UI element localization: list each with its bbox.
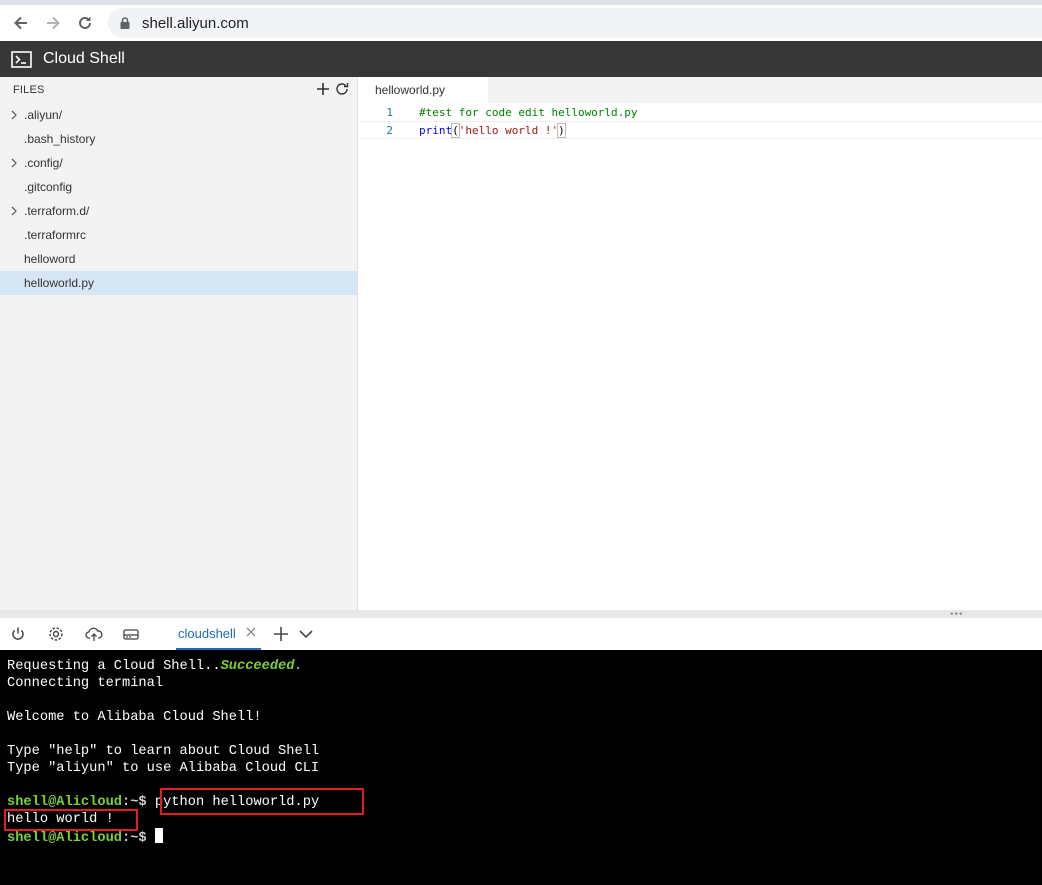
address-bar[interactable]: shell.aliyun.com [108,8,1042,38]
highlight-command-box [160,788,364,815]
status-succeeded: Succeeded. [220,659,303,674]
gear-icon[interactable] [47,625,65,643]
terminal-text: Requesting a Cloud Shell.. [7,659,221,674]
chevron-right-icon[interactable] [10,110,18,120]
file-item[interactable]: helloword [0,247,357,271]
code-statement: print('hello world !') [419,122,566,138]
explorer-title: FILES [13,84,45,96]
editor-tab-helloworld[interactable]: helloworld.py [359,77,488,103]
file-name: .terraform.d/ [24,204,90,218]
line-number: 2 [386,123,393,137]
prompt-user: shell@Alicloud [7,795,122,810]
file-name: .terraformrc [24,228,87,242]
file-name: .aliyun/ [24,108,63,122]
highlight-output-box [4,809,138,831]
cloud-upload-icon[interactable] [85,625,103,643]
editor-tab-bar: helloworld.py [359,77,1042,103]
arrow-left-icon [14,16,27,30]
code-string: 'hello world !' [458,123,559,137]
prompt-user: shell@Alicloud [7,831,122,846]
file-name: .gitconfig [24,180,73,194]
file-name: helloword [24,252,76,266]
terminal-icon [11,50,32,68]
terminal-output[interactable]: Requesting a Cloud Shell..Succeeded. Con… [0,650,1042,885]
panel-splitter[interactable]: ••• [0,610,1042,620]
new-file-icon[interactable] [315,81,331,97]
tab-cloudshell[interactable]: cloudshell [176,618,261,650]
code-function: print [419,123,453,137]
chevron-right-icon[interactable] [10,158,18,168]
back-button[interactable] [5,7,37,39]
close-icon[interactable] [245,626,257,638]
terminal-line-2: Connecting terminal [7,676,164,691]
file-name: helloworld.py [24,276,95,290]
plus-icon[interactable] [272,625,290,643]
file-explorer: FILES .aliyun/ .bash_history .config/ .gitc… [0,77,358,610]
storage-icon[interactable] [122,625,140,643]
terminal-line-5: Type "aliyun" to use Alibaba Cloud CLI [7,761,320,776]
terminal-line-4: Type "help" to learn about Cloud Shell [7,744,320,759]
prompt-separator: :~$ [122,831,147,846]
refresh-icon[interactable] [334,81,350,97]
terminal-line-3: Welcome to Alibaba Cloud Shell! [7,710,262,725]
chevron-right-icon[interactable] [10,206,18,216]
code-line-2[interactable]: 2 print('hello world !') [359,121,1042,139]
explorer-header: FILES [0,77,357,103]
app-title: Cloud Shell [43,50,125,67]
browser-toolbar: shell.aliyun.com [0,5,1042,41]
line-number: 1 [386,105,393,119]
chevron-down-icon[interactable] [297,625,315,643]
terminal-cursor [154,828,163,843]
file-item[interactable]: helloworld.py [0,271,357,295]
reload-button[interactable] [69,7,101,39]
reload-icon [79,16,91,29]
url-text: shell.aliyun.com [142,14,249,32]
terminal-tab-label: cloudshell [178,625,236,641]
folder-item[interactable]: .terraform.d/ [0,199,357,223]
terminal-line-1: Requesting a Cloud Shell..Succeeded. [7,658,303,675]
lock-icon [120,17,130,29]
app-header: Cloud Shell [0,41,1042,77]
file-item[interactable]: .bash_history [0,127,357,151]
file-list: .aliyun/ .bash_history .config/ .gitconfig.… [0,103,357,295]
code-open-paren: ( [451,122,460,138]
folder-item[interactable]: .aliyun/ [0,103,357,127]
code-comment: #test for code edit helloworld.py [419,105,638,119]
file-item[interactable]: .gitconfig [0,175,357,199]
code-close-paren: ) [557,122,566,138]
code-line-1[interactable]: 1 #test for code edit helloworld.py [359,103,1042,121]
arrow-right-icon [47,16,60,30]
code-editor: helloworld.py 1 #test for code edit hell… [359,77,1042,610]
terminal-toolbar: cloudshell [0,618,1042,650]
prompt-separator: :~$ [122,795,147,810]
file-name: .bash_history [24,132,96,146]
file-item[interactable]: .terraformrc [0,223,357,247]
power-icon[interactable] [9,625,27,643]
forward-button[interactable] [37,7,69,39]
folder-item[interactable]: .config/ [0,151,357,175]
file-name: .config/ [24,156,63,170]
